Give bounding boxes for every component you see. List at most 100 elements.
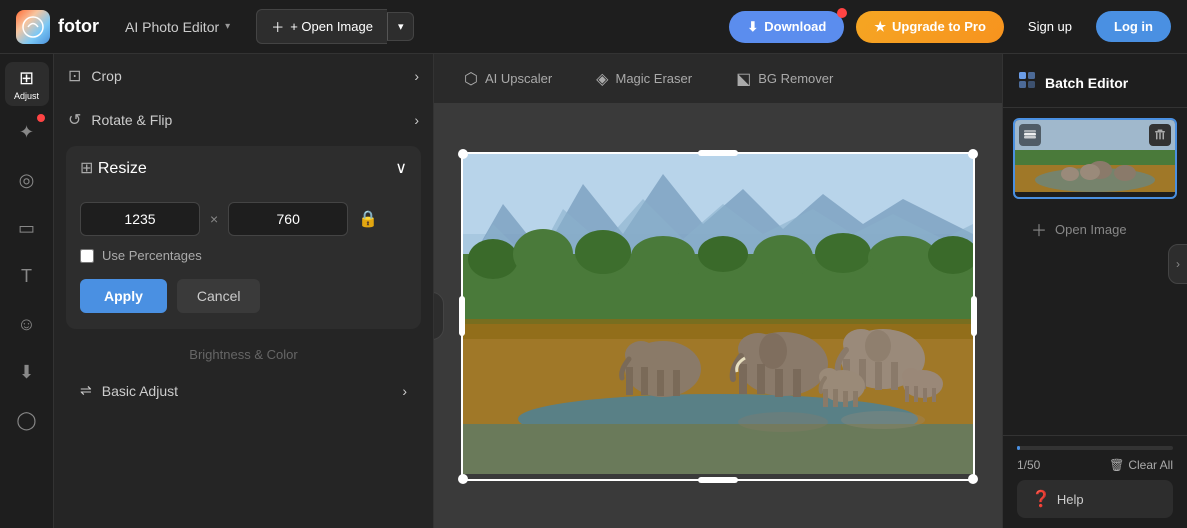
crop-icon: ⊡ [68,66,81,86]
thumbnail-item[interactable] [1013,118,1177,199]
right-panel-footer: 1/50 🗑 Clear All ❓ Help [1003,435,1187,528]
help-icon: ❓ [1031,489,1051,509]
sidebar-item-text[interactable]: T [5,254,49,298]
thumbnail-layers-icon [1019,124,1041,146]
open-image-arrow-button[interactable]: ▾ [387,12,415,41]
canvas-area: ⬡ AI Upscaler ◈ Magic Eraser ⬕ BG Remove… [434,54,1002,528]
canvas-wrapper: ‹ [434,104,1002,528]
trash-icon: 🗑 [1109,458,1124,472]
open-image-button[interactable]: ＋ + Open Image [256,9,387,44]
apply-button[interactable]: Apply [80,279,167,313]
upscaler-icon: ⬡ [464,69,478,89]
resize-icon: ⊞ [80,160,93,177]
progress-bar [1017,446,1173,450]
resize-header[interactable]: ⊞ Resize ∨ [66,146,421,190]
icon-sidebar: ⊞ Adjust ✦ ◎ ▭ T ☺ ⬇ ◯ [0,54,54,528]
progress-bar-container [1017,446,1173,450]
resize-chevron-icon: ∨ [395,158,407,178]
progress-fill [1017,446,1020,450]
edge-handle-left[interactable] [459,296,465,336]
effects-notification [37,114,45,122]
logo-text: fotor [58,16,99,37]
sidebar-item-circle[interactable]: ◯ [5,398,49,442]
main-image [463,154,973,474]
basic-adjust-label: Basic Adjust [102,383,178,399]
thumbnail-delete-button[interactable] [1149,124,1171,146]
crop-panel-item[interactable]: ⊡ Crop › [54,54,433,98]
sidebar-item-stickers[interactable]: ▭ [5,206,49,250]
chevron-down-icon: ▾ [225,21,230,32]
main-content: ⊞ Adjust ✦ ◎ ▭ T ☺ ⬇ ◯ ⊡ Cr [0,54,1187,528]
fotor-logo [16,10,50,44]
counter-clear-row: 1/50 🗑 Clear All [1017,458,1173,472]
dimension-x-separator: × [210,211,218,227]
sidebar-item-effects[interactable]: ✦ [5,110,49,154]
bg-remover-icon: ⬕ [736,69,751,89]
use-percentages-checkbox[interactable] [80,249,94,263]
corner-handle-tl[interactable] [458,149,468,159]
basic-adjust-item[interactable]: ⇌ Basic Adjust › [54,370,433,411]
sliders-icon: ⇌ [80,382,92,399]
corner-handle-bl[interactable] [458,474,468,484]
sidebar-item-more[interactable]: ⬇ [5,350,49,394]
help-button[interactable]: ❓ Help [1017,480,1173,518]
dimension-row: × 🔒 [80,202,407,236]
collapse-panel-button[interactable]: ‹ [434,292,444,340]
login-button[interactable]: Log in [1096,11,1171,42]
upgrade-button[interactable]: ★ Upgrade to Pro [856,11,1004,43]
crop-label: Crop [91,68,121,84]
use-percentages-group: Use Percentages [80,248,407,263]
app-title-label: AI Photo Editor [125,19,219,35]
brightness-divider: Brightness & Color [54,333,433,370]
stickers-icon: ▭ [18,218,35,239]
resize-body: × 🔒 Use Percentages Apply Cancel [66,190,421,329]
open-image-group: ＋ + Open Image ▾ [256,9,414,44]
effects-icon: ✦ [19,122,34,143]
expand-panel-arrow[interactable]: › [1168,244,1187,284]
height-input[interactable] [228,202,348,236]
use-percentages-label: Use Percentages [102,248,202,263]
corner-handle-br[interactable] [968,474,978,484]
add-image-button[interactable]: ＋ Open Image [1017,207,1173,251]
rotate-icon: ↺ [68,110,81,130]
rotate-chevron-icon: › [414,112,419,128]
batch-editor-header: Batch Editor [1003,54,1187,108]
bg-remover-label: BG Remover [758,71,833,86]
sidebar-item-portrait[interactable]: ☺ [5,302,49,346]
edge-handle-bottom[interactable] [698,477,738,483]
sidebar-item-adjust[interactable]: ⊞ Adjust [5,62,49,106]
magic-eraser-icon: ◈ [596,69,608,89]
tool-panel: ⊡ Crop › ↺ Rotate & Flip › ⊞ Resize ∨ [54,54,434,528]
sidebar-item-beauty[interactable]: ◎ [5,158,49,202]
magic-eraser-tool[interactable]: ◈ Magic Eraser [586,63,702,95]
help-label: Help [1057,492,1084,507]
basic-adjust-chevron-icon: › [402,383,407,399]
ai-upscaler-tool[interactable]: ⬡ AI Upscaler [454,63,562,95]
ai-upscaler-label: AI Upscaler [485,71,552,86]
counter-text: 1/50 [1017,458,1040,472]
bg-remover-tool[interactable]: ⬕ BG Remover [726,63,843,95]
circle-icon: ◯ [16,410,36,431]
batch-editor-title: Batch Editor [1045,75,1128,91]
plus-icon: ＋ [1031,217,1047,241]
lock-icon[interactable]: 🔒 [358,209,378,229]
crop-chevron-icon: › [414,68,419,84]
portrait-icon: ☺ [17,314,35,335]
clear-all-label: Clear All [1128,458,1173,472]
app-title-dropdown[interactable]: AI Photo Editor ▾ [115,13,240,41]
magic-eraser-label: Magic Eraser [615,71,692,86]
corner-handle-tr[interactable] [968,149,978,159]
beauty-icon: ◎ [19,170,35,191]
signup-button[interactable]: Sign up [1016,11,1084,42]
clear-all-button[interactable]: 🗑 Clear All [1109,458,1173,472]
sidebar-item-adjust-label: Adjust [14,91,39,101]
rotate-panel-item[interactable]: ↺ Rotate & Flip › [54,98,433,142]
batch-editor-icon [1017,70,1037,95]
edge-handle-top[interactable] [698,150,738,156]
adjust-icon: ⊞ [19,68,34,89]
cancel-button[interactable]: Cancel [177,279,261,313]
plus-icon: ＋ [271,17,284,36]
width-input[interactable] [80,202,200,236]
edge-handle-right[interactable] [971,296,977,336]
download-button[interactable]: ⬇ Download [729,11,844,43]
